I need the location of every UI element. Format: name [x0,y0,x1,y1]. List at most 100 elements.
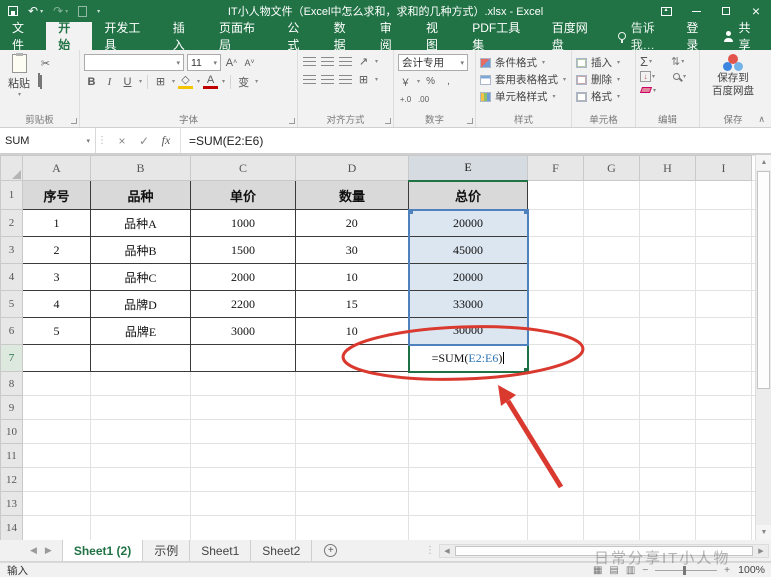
formula-input[interactable]: =SUM(E2:E6) [181,128,263,153]
cell-E10[interactable] [409,420,528,444]
zoom-slider-thumb[interactable] [683,566,686,575]
cell-G9[interactable] [584,396,640,420]
cell-D13[interactable] [296,492,409,516]
cell-B2[interactable]: 品种A [91,210,191,237]
cell-H5[interactable] [640,291,696,318]
enter-entry-icon[interactable]: ✓ [134,134,154,148]
font-size-combo[interactable]: 11▾ [187,54,221,71]
scroll-down-icon[interactable]: ▼ [756,525,771,540]
conditional-formatting-button[interactable]: 条件格式▾ [480,54,567,71]
ribbon-tab-10[interactable]: 百度网盘 [540,22,608,50]
cell-E2[interactable]: 20000 [409,210,528,237]
align-middle-icon[interactable] [320,54,335,69]
font-dialog-launcher[interactable] [289,118,295,124]
cell-B12[interactable] [91,468,191,492]
cell-D1[interactable]: 数量 [296,181,409,210]
cell-B4[interactable]: 品种C [91,264,191,291]
cell-B7[interactable] [91,345,191,372]
percent-format-icon[interactable]: % [423,74,438,89]
column-header-I[interactable]: I [696,156,752,181]
row-header-8[interactable]: 8 [1,372,23,396]
cell-D4[interactable]: 10 [296,264,409,291]
borders-icon[interactable]: ⊞ [153,74,168,89]
cell-C7[interactable] [191,345,296,372]
cell-E12[interactable] [409,468,528,492]
vertical-scroll-thumb[interactable] [757,171,770,389]
cell-H6[interactable] [640,318,696,345]
cell-H7[interactable] [640,345,696,372]
cell-I9[interactable] [696,396,752,420]
sign-in-button[interactable]: 登录 [686,19,709,53]
comma-format-icon[interactable]: , [441,74,456,89]
find-select-icon[interactable]: ▾ [671,71,695,82]
row-header-5[interactable]: 5 [1,291,23,318]
vertical-scrollbar[interactable]: ▲ ▼ [755,155,771,540]
undo-icon[interactable]: ↶▾ [28,5,43,17]
horizontal-scrollbar[interactable]: ◀ ▶ [439,544,769,558]
cell-E14[interactable] [409,516,528,541]
increase-decimal-icon[interactable]: +.0 [398,92,413,107]
cell-F1[interactable] [528,181,584,210]
cell-I1[interactable] [696,181,752,210]
cell-A13[interactable] [23,492,91,516]
cell-I4[interactable] [696,264,752,291]
ribbon-tab-8[interactable]: 视图 [414,22,460,50]
sheet-nav-left-icon[interactable]: ◀ [30,545,37,556]
number-dialog-launcher[interactable] [467,118,473,124]
ribbon-tab-4[interactable]: 页面布局 [207,22,275,50]
row-header-4[interactable]: 4 [1,264,23,291]
cell-I14[interactable] [696,516,752,541]
cell-C10[interactable] [191,420,296,444]
row-header-9[interactable]: 9 [1,396,23,420]
cell-D11[interactable] [296,444,409,468]
cell-F6[interactable] [528,318,584,345]
cell-H14[interactable] [640,516,696,541]
column-header-G[interactable]: G [584,156,640,181]
cell-D7[interactable] [296,345,409,372]
row-header-13[interactable]: 13 [1,492,23,516]
cell-F2[interactable] [528,210,584,237]
cell-F8[interactable] [528,372,584,396]
cell-F10[interactable] [528,420,584,444]
cell-H10[interactable] [640,420,696,444]
cell-A5[interactable]: 4 [23,291,91,318]
underline-button[interactable]: U [120,74,135,89]
column-header-C[interactable]: C [191,156,296,181]
cell-C4[interactable]: 2000 [191,264,296,291]
scroll-up-icon[interactable]: ▲ [756,155,771,170]
cell-F5[interactable] [528,291,584,318]
cell-E9[interactable] [409,396,528,420]
row-header-7[interactable]: 7 [1,345,23,372]
clear-icon[interactable]: ▾ [640,84,665,96]
number-format-combo[interactable]: 会计专用▾ [398,54,468,71]
cell-A6[interactable]: 5 [23,318,91,345]
cell-A9[interactable] [23,396,91,420]
ribbon-tab-5[interactable]: 公式 [275,22,321,50]
column-header-H[interactable]: H [640,156,696,181]
cell-A14[interactable] [23,516,91,541]
cell-styles-button[interactable]: 单元格样式▾ [480,88,567,105]
cell-D8[interactable] [296,372,409,396]
row-header-14[interactable]: 14 [1,516,23,541]
sheet-tab-0[interactable]: Sheet1 (2) [62,540,143,561]
fill-color-icon[interactable]: ◇ [178,74,193,89]
sheet-tab-2[interactable]: Sheet1 [190,540,251,561]
insert-function-icon[interactable]: fx [156,133,176,148]
cell-H3[interactable] [640,237,696,264]
cell-G7[interactable] [584,345,640,372]
cell-D6[interactable]: 10 [296,318,409,345]
cell-H13[interactable] [640,492,696,516]
cell-I12[interactable] [696,468,752,492]
cell-H4[interactable] [640,264,696,291]
cell-H8[interactable] [640,372,696,396]
cell-H9[interactable] [640,396,696,420]
zoom-level[interactable]: 100% [737,564,765,576]
cell-A3[interactable]: 2 [23,237,91,264]
row-header-1[interactable]: 1 [1,181,23,210]
zoom-in-icon[interactable]: + [724,565,730,576]
cell-I5[interactable] [696,291,752,318]
cell-C3[interactable]: 1500 [191,237,296,264]
cell-F9[interactable] [528,396,584,420]
cell-I3[interactable] [696,237,752,264]
merge-center-icon[interactable]: ⊞ [356,72,371,87]
